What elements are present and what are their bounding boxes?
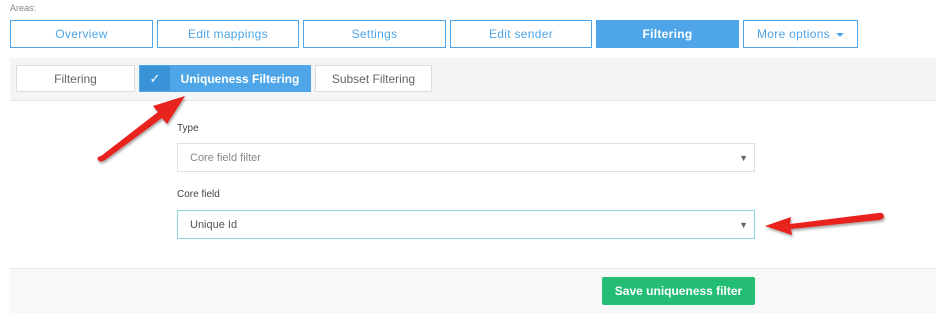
save-uniqueness-filter-button[interactable]: Save uniqueness filter	[602, 277, 755, 305]
subtab-filtering[interactable]: Filtering	[16, 65, 135, 92]
form-content	[10, 100, 936, 269]
tab-edit-mappings[interactable]: Edit mappings	[157, 20, 299, 48]
more-options-dropdown[interactable]: More options	[743, 20, 858, 48]
tab-overview[interactable]: Overview	[10, 20, 153, 48]
tab-edit-sender-label: Edit sender	[488, 27, 553, 41]
subtab-filtering-label: Filtering	[54, 71, 97, 86]
chevron-down-icon	[835, 33, 844, 37]
subtab-uniqueness-filtering-label: Uniqueness Filtering	[180, 71, 300, 86]
tab-filtering[interactable]: Filtering	[596, 20, 739, 48]
tab-settings-label: Settings	[351, 27, 398, 41]
check-icon: ✓	[140, 66, 170, 91]
tab-edit-mappings-label: Edit mappings	[188, 27, 268, 41]
form-footer	[10, 268, 936, 313]
type-select-value: Core field filter	[190, 151, 261, 164]
core-field-select-value: Unique Id	[190, 218, 238, 231]
subtab-subset-filtering-label: Subset Filtering	[331, 71, 416, 86]
tab-edit-sender[interactable]: Edit sender	[450, 20, 592, 48]
type-select[interactable]: Core field filter ▼	[177, 143, 755, 172]
subtab-subset-filtering[interactable]: Subset Filtering	[315, 65, 432, 92]
tab-overview-label: Overview	[55, 27, 108, 41]
dropdown-arrow-icon: ▼	[739, 219, 748, 230]
tab-settings[interactable]: Settings	[303, 20, 446, 48]
dropdown-arrow-icon: ▼	[739, 152, 748, 163]
core-field-select[interactable]: Unique Id ▼	[177, 210, 755, 239]
core-field-label: Core field	[177, 189, 220, 200]
tab-filtering-label: Filtering	[642, 27, 693, 41]
type-label: Type	[177, 123, 199, 134]
subtab-uniqueness-filtering[interactable]: ✓ Uniqueness Filtering	[139, 65, 311, 92]
more-options-label: More options	[757, 27, 830, 41]
areas-label: Areas:	[10, 3, 37, 13]
